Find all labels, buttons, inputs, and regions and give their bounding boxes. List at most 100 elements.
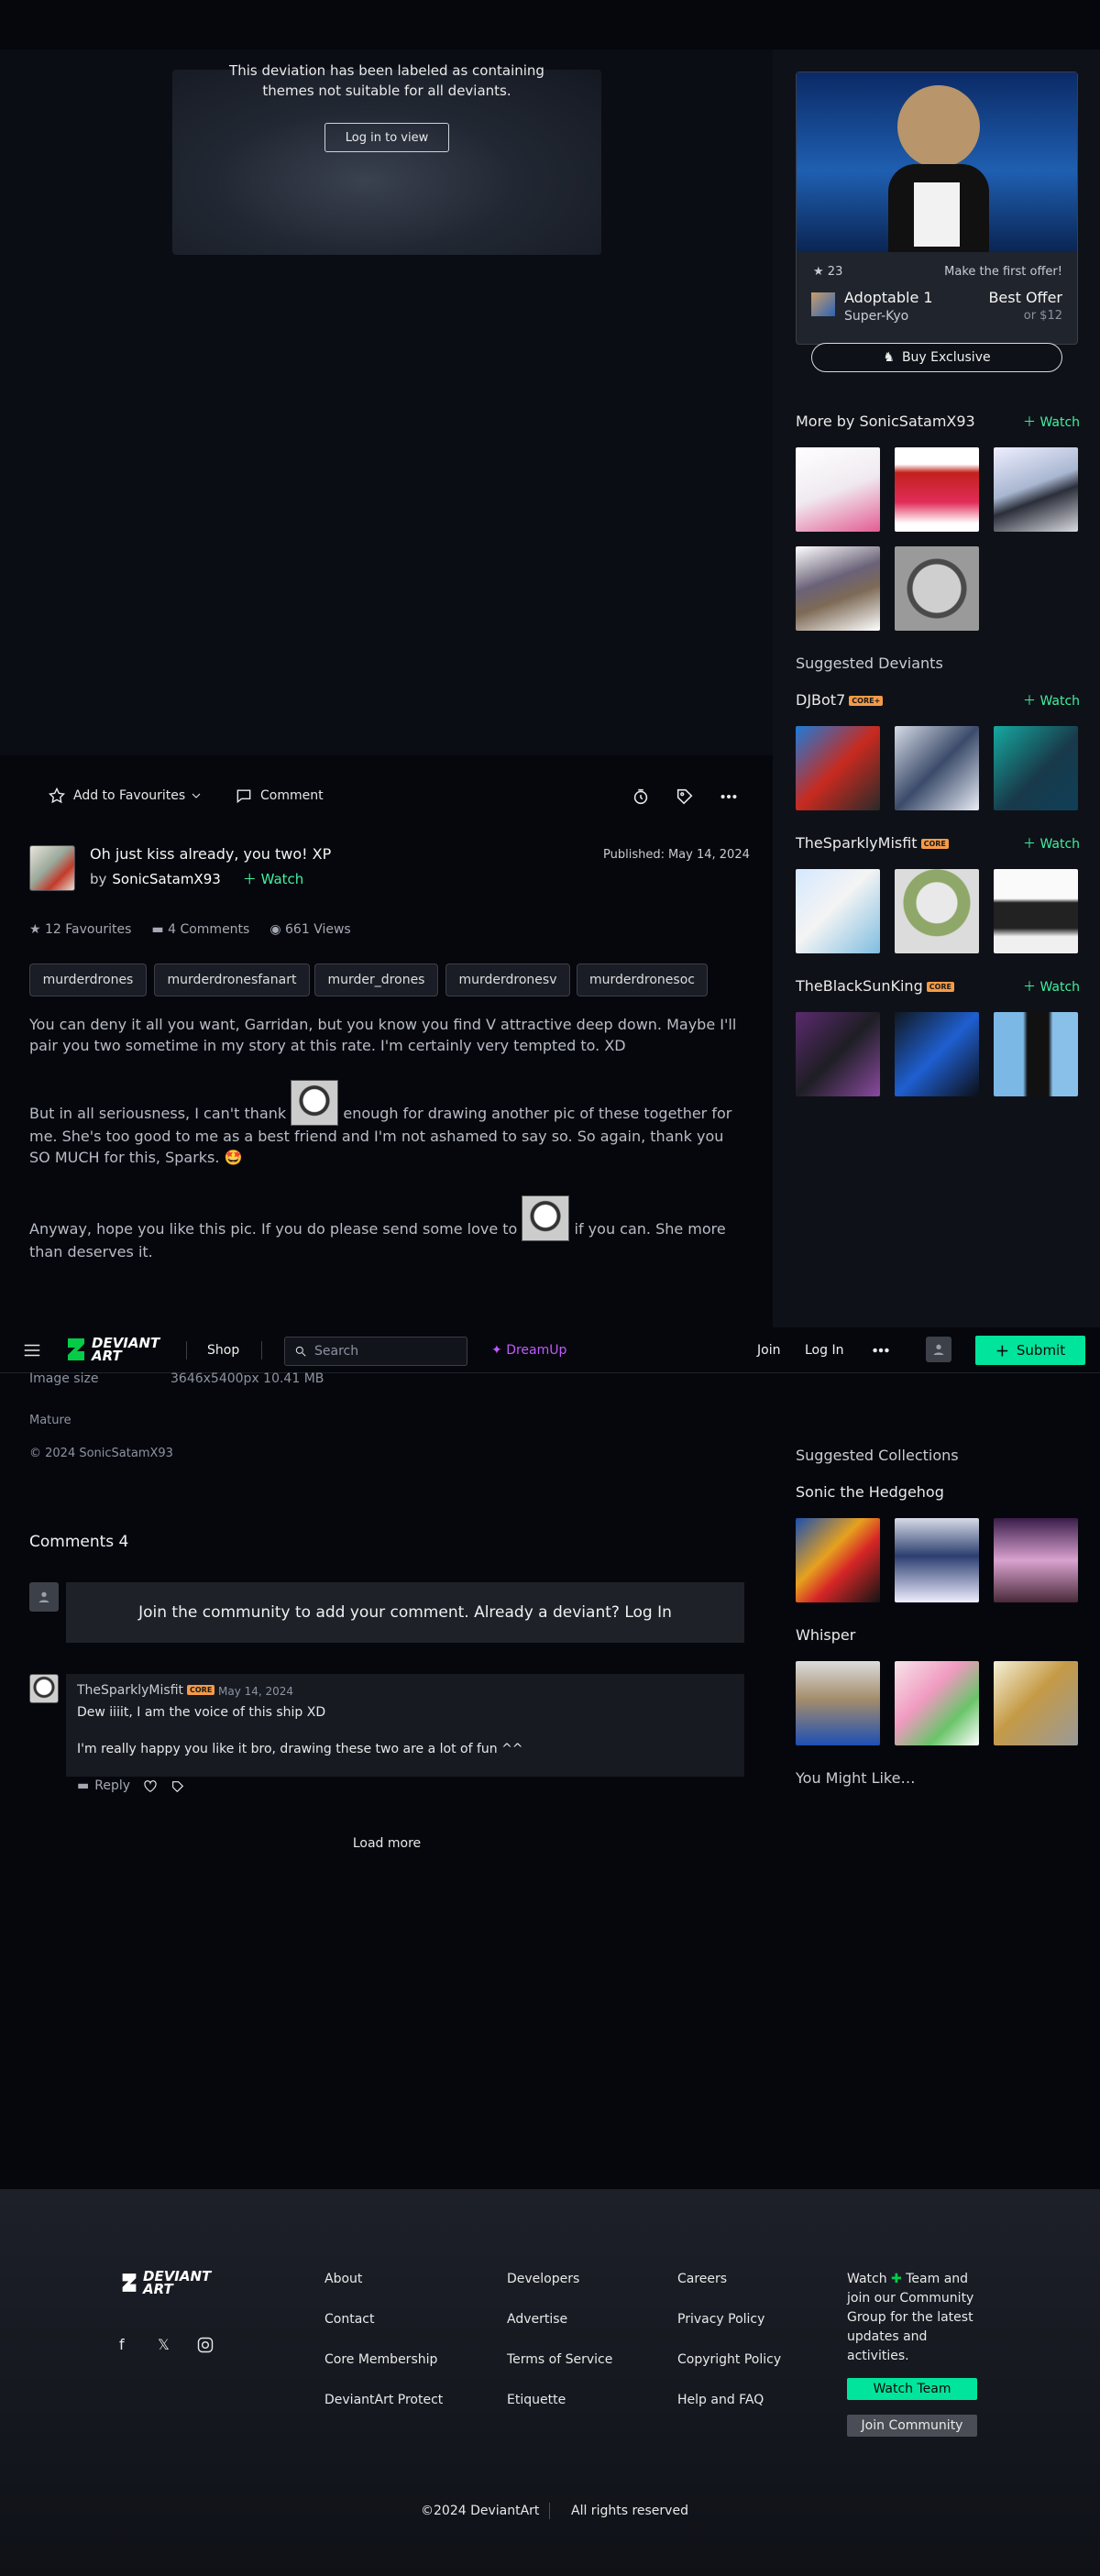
footer-link-protect[interactable]: DeviantArt Protect (324, 2393, 443, 2407)
buy-exclusive-button[interactable]: ♞ Buy Exclusive (811, 343, 1062, 372)
deviant-thumbnail[interactable] (796, 1012, 880, 1096)
deviant-thumbnail[interactable] (994, 869, 1078, 953)
user-mention-avatar[interactable] (522, 1195, 570, 1241)
menu-icon[interactable] (22, 1340, 42, 1360)
tip-icon[interactable] (675, 787, 695, 807)
suggested-deviant-name[interactable]: TheSparklyMisfit CORE (796, 834, 949, 852)
footer-link-core[interactable]: Core Membership (324, 2352, 437, 2367)
more-options-icon[interactable] (719, 787, 739, 807)
x-icon[interactable]: 𝕏 (158, 2336, 170, 2353)
add-to-favourites-button[interactable]: Add to Favourites (48, 787, 185, 805)
tag-murderdronesoc[interactable]: murderdronesoc (577, 963, 708, 996)
sparkle-icon: ✦ (491, 1343, 502, 1358)
collection-thumbnail[interactable] (895, 1518, 979, 1602)
deviantart-logo[interactable]: DEVIANT ART (66, 1337, 160, 1363)
load-more-button[interactable]: Load more (350, 1836, 424, 1851)
footer-link-contact[interactable]: Contact (324, 2312, 374, 2327)
footer-rights: All rights reserved (571, 2504, 688, 2518)
divider (186, 1341, 187, 1360)
deviant-thumbnail[interactable] (796, 869, 880, 953)
chevron-down-icon[interactable] (189, 788, 204, 803)
give-badge-icon[interactable] (631, 787, 651, 807)
more-by-thumbnail[interactable] (796, 447, 880, 532)
user-avatar-icon[interactable] (926, 1337, 952, 1362)
more-by-heading[interactable]: More by SonicSatamX93 (796, 413, 975, 430)
byline: by SonicSatamX93 ＋ Watch (90, 869, 303, 888)
collection-thumbnail[interactable] (796, 1518, 880, 1602)
collection-thumbnail[interactable] (895, 1661, 979, 1745)
submit-button[interactable]: ＋ Submit (975, 1336, 1085, 1365)
eye-icon: ◉ (270, 922, 281, 937)
dreamup-label: DreamUp (506, 1343, 567, 1358)
views-count: 661 Views (285, 922, 351, 937)
watch-button[interactable]: ＋ Watch (1023, 691, 1080, 710)
author-link[interactable]: SonicSatamX93 (112, 871, 220, 887)
collection-thumbnail[interactable] (994, 1518, 1078, 1602)
watch-button[interactable]: ＋ Watch (1023, 977, 1080, 996)
collection-title[interactable]: Whisper (796, 1626, 855, 1644)
divider (261, 1341, 262, 1360)
comment-icon (235, 787, 253, 805)
heart-icon[interactable] (143, 1779, 158, 1794)
tip-icon[interactable] (170, 1779, 185, 1794)
footer-link-terms[interactable]: Terms of Service (507, 2352, 612, 2367)
more-by-thumbnail[interactable] (895, 447, 979, 532)
comment-author[interactable]: TheSparklyMisfit CORE (77, 1683, 215, 1698)
mature-content-overlay: This deviation has been labeled as conta… (172, 62, 601, 255)
dreamup-link[interactable]: ✦ DreamUp (491, 1343, 566, 1358)
user-mention-avatar[interactable] (291, 1080, 339, 1126)
adoptable-offer-card[interactable]: ★ 23 Make the first offer! Adoptable 1 S… (796, 72, 1078, 345)
tag-murderdronesv[interactable]: murderdronesv (446, 963, 570, 996)
deviant-thumbnail[interactable] (895, 1012, 979, 1096)
deviant-thumbnail[interactable] (994, 1012, 1078, 1096)
collection-title[interactable]: Sonic the Hedgehog (796, 1483, 944, 1501)
more-icon[interactable] (871, 1340, 891, 1360)
tag-murderdrones[interactable]: murderdrones (29, 963, 147, 996)
footer-link-etiquette[interactable]: Etiquette (507, 2393, 566, 2407)
join-link[interactable]: Join (757, 1343, 780, 1358)
more-by-thumbnail[interactable] (994, 447, 1078, 532)
instagram-icon[interactable] (196, 2336, 214, 2354)
more-by-thumbnail[interactable] (895, 546, 979, 631)
views-stat: ◉ 661 Views (270, 922, 350, 937)
footer-link-careers[interactable]: Careers (677, 2272, 727, 2286)
suggested-deviant-name[interactable]: DJBot7 CORE+ (796, 691, 884, 709)
tag-murder-drones[interactable]: murder_drones (314, 963, 438, 996)
deviant-thumbnail[interactable] (994, 726, 1078, 810)
suggested-deviant-name[interactable]: TheBlackSunKing CORE (796, 977, 955, 995)
watch-button[interactable]: ＋ Watch (1023, 413, 1080, 431)
commenter-avatar[interactable] (29, 1674, 59, 1703)
deviant-thumbnail[interactable] (796, 726, 880, 810)
join-to-comment-box[interactable]: Join the community to add your comment. … (66, 1582, 744, 1643)
collection-thumbnail[interactable] (796, 1661, 880, 1745)
reply-button[interactable]: ▬ Reply (77, 1778, 130, 1793)
tag-murderdronesfanart[interactable]: murderdronesfanart (154, 963, 310, 996)
footer-link-privacy[interactable]: Privacy Policy (677, 2312, 764, 2327)
watch-button[interactable]: ＋ Watch (1023, 834, 1080, 853)
login-to-view-button[interactable]: Log in to view (324, 123, 449, 152)
footer-link-about[interactable]: About (324, 2272, 362, 2286)
login-link[interactable]: Log In (805, 1343, 843, 1358)
deviant-thumbnail[interactable] (895, 726, 979, 810)
watch-author-button[interactable]: ＋ Watch (243, 869, 303, 888)
join-community-button[interactable]: Join Community (847, 2415, 977, 2437)
footer-link-developers[interactable]: Developers (507, 2272, 579, 2286)
footer-link-copyright[interactable]: Copyright Policy (677, 2352, 781, 2367)
deviant-thumbnail[interactable] (895, 869, 979, 953)
favourite-label: Add to Favourites (73, 788, 186, 803)
watch-team-button[interactable]: Watch Team (847, 2378, 977, 2400)
more-by-thumbnail[interactable] (796, 546, 880, 631)
search-icon (294, 1345, 307, 1358)
shop-link[interactable]: Shop (207, 1343, 239, 1358)
deviantart-logo-icon: ✚ (891, 2272, 902, 2286)
collection-thumbnail[interactable] (994, 1661, 1078, 1745)
footer-logo[interactable]: DEVIANT ART (121, 2270, 211, 2296)
author-avatar[interactable] (29, 845, 75, 891)
footer-link-advertise[interactable]: Advertise (507, 2312, 567, 2327)
seller-avatar (811, 292, 835, 316)
facebook-icon[interactable]: f (119, 2336, 125, 2353)
search-input[interactable]: Search (284, 1337, 468, 1366)
footer-link-help[interactable]: Help and FAQ (677, 2393, 764, 2407)
comment-button[interactable]: Comment (235, 787, 324, 805)
offer-seller[interactable]: Super-Kyo (844, 309, 908, 324)
